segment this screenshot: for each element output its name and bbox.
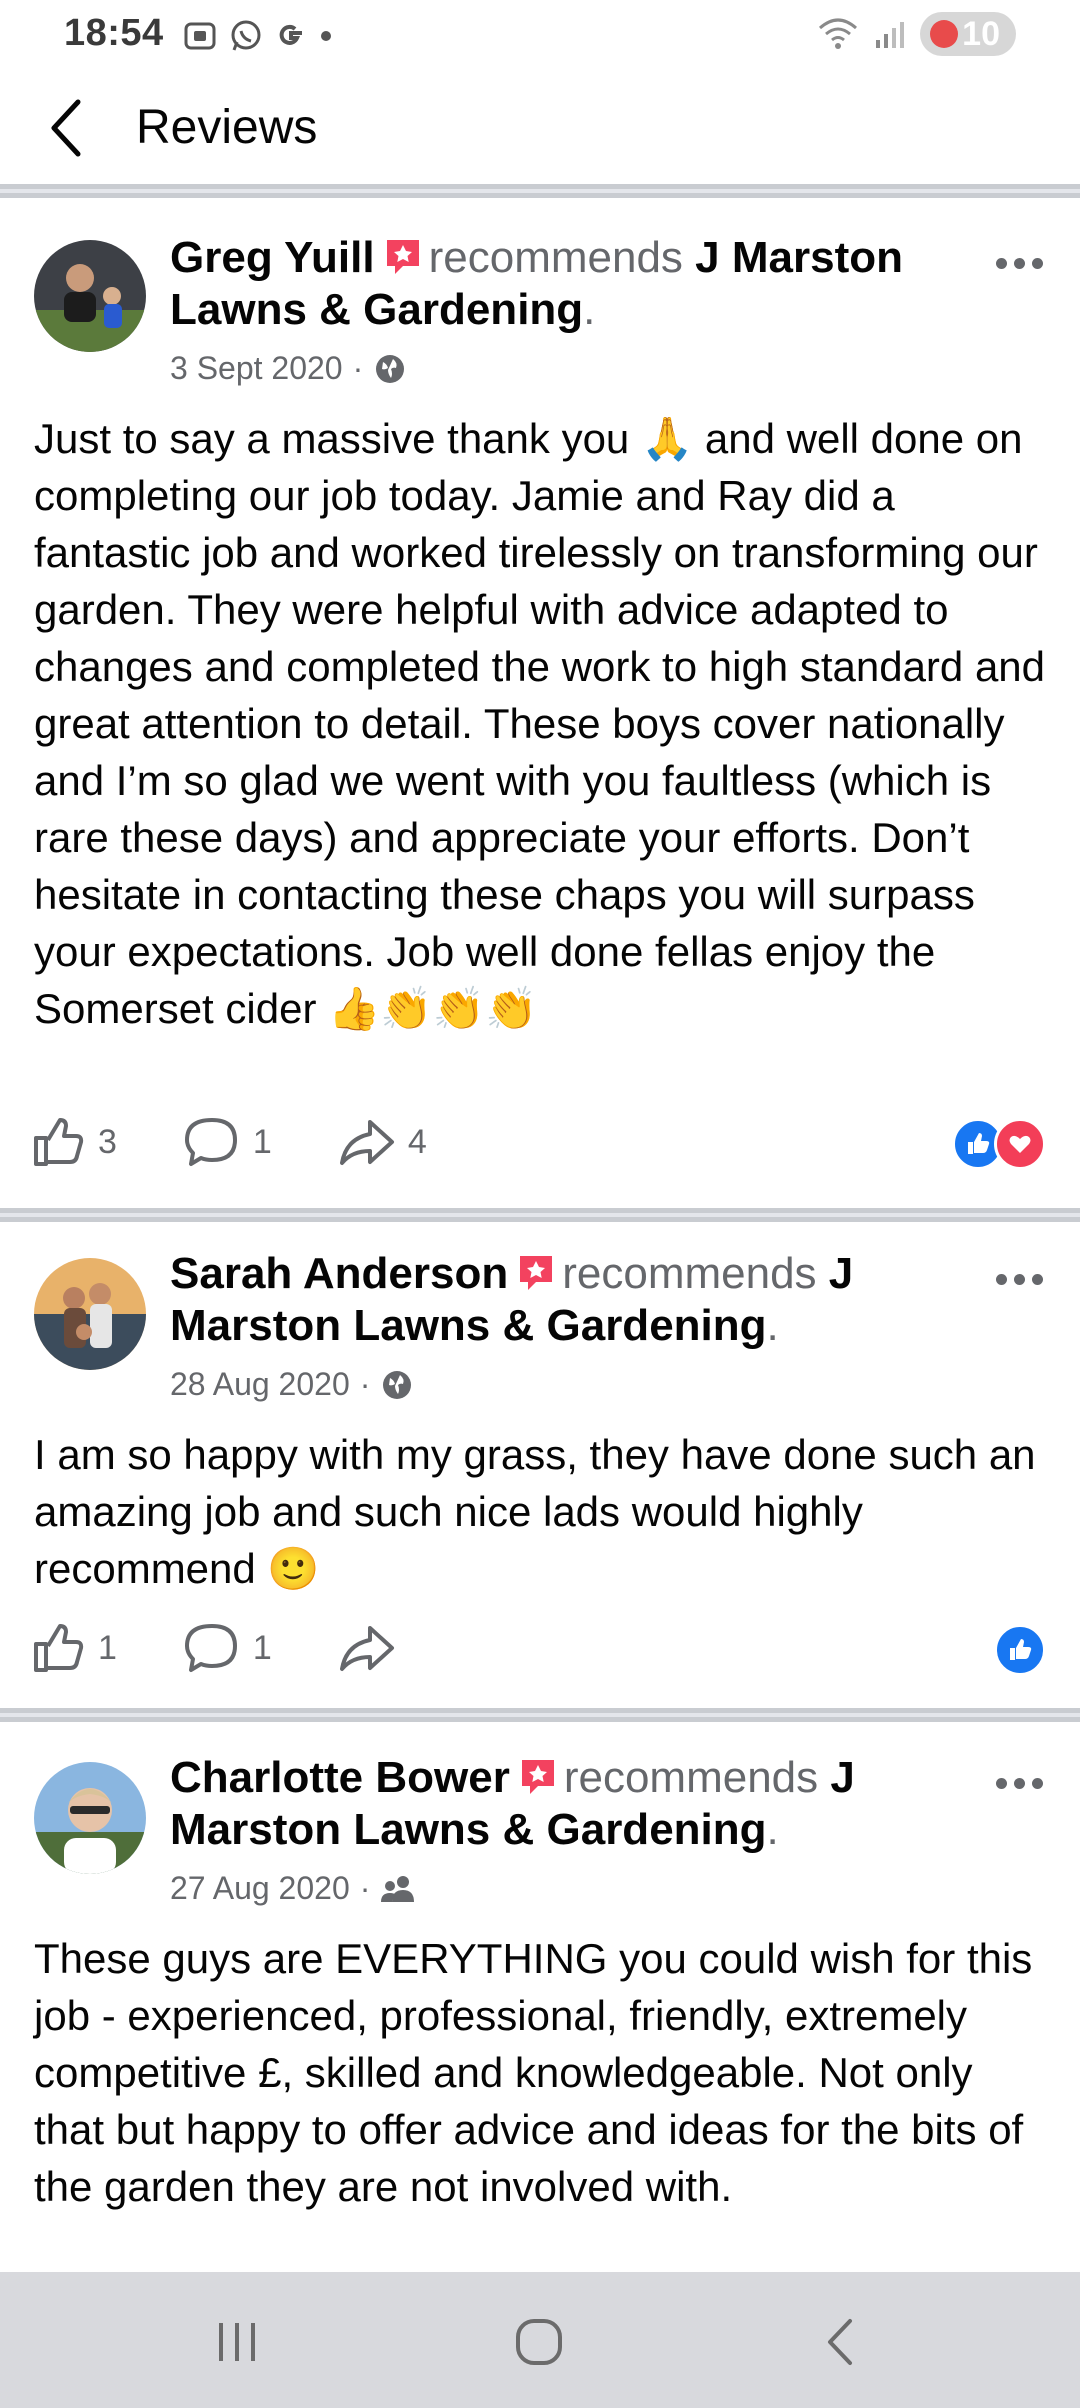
review-text: These guys are EVERYTHING you could wish…	[34, 1935, 1033, 2210]
recommends-verb: recommends	[562, 1249, 817, 1298]
system-back-button[interactable]	[796, 2312, 886, 2372]
back-arrow-icon	[828, 2319, 852, 2365]
battery-saver-icon	[930, 20, 959, 48]
comment-button[interactable]: 1	[183, 1114, 272, 1170]
review-text: Just to say a massive thank you 🙏 and we…	[34, 415, 1046, 1032]
more-options-button[interactable]	[996, 248, 1056, 278]
wifi-icon	[819, 18, 858, 49]
more-options-button[interactable]	[996, 1264, 1056, 1294]
share-icon	[339, 1120, 394, 1165]
more-options-button[interactable]	[996, 1768, 1056, 1798]
avatar-photo-icon	[34, 240, 146, 352]
review-meta: 27 Aug 2020 ·	[170, 1870, 416, 1907]
system-navigation-bar	[0, 2272, 1080, 2408]
status-time: 18:54	[64, 12, 164, 54]
share-count: 4	[407, 1122, 427, 1161]
battery-level: 10	[962, 14, 1000, 53]
recommends-verb: recommends	[428, 233, 683, 282]
review-date[interactable]: 28 Aug 2020	[170, 1366, 350, 1403]
thumbs-up-icon	[34, 1118, 84, 1166]
review-actions: 3 1 4	[30, 1110, 493, 1174]
like-button[interactable]: 1	[30, 1620, 117, 1676]
review-text: I am so happy with my grass, they have d…	[34, 1431, 1036, 1592]
top-app-bar: Reviews	[0, 72, 1080, 184]
globe-icon	[376, 354, 405, 383]
recent-apps-button[interactable]	[192, 2312, 282, 2372]
status-notification-icons	[182, 16, 334, 56]
back-button[interactable]	[40, 94, 96, 162]
author-name[interactable]: Charlotte Bower	[170, 1753, 510, 1802]
comment-count: 1	[252, 1628, 272, 1667]
review-header: Greg Yuill recommends J Marston Lawns & G…	[170, 233, 903, 334]
recommends-verb: recommends	[563, 1753, 819, 1802]
home-icon	[516, 2319, 562, 2365]
recommends-icon	[520, 1256, 553, 1290]
review-actions: 1 1	[30, 1616, 462, 1680]
whatsapp-icon	[231, 20, 261, 51]
friends-icon	[381, 1875, 415, 1902]
reaction-summary[interactable]	[994, 1624, 1046, 1676]
like-button[interactable]: 3	[30, 1114, 117, 1170]
recommends-icon	[521, 1760, 554, 1794]
reaction-summary[interactable]	[952, 1118, 1046, 1170]
review-card: Charlotte Bower recommends J Marston Lawn…	[0, 1722, 1080, 2272]
comment-icon	[184, 1118, 237, 1166]
review-divider	[0, 1708, 1080, 1722]
comment-count: 1	[252, 1122, 272, 1161]
screenshot-icon	[184, 22, 216, 50]
review-header: Charlotte Bower recommends J Marston Lawn…	[170, 1753, 855, 1854]
like-count: 3	[98, 1122, 117, 1161]
globe-icon	[383, 1370, 412, 1399]
like-count: 1	[98, 1628, 117, 1667]
share-button[interactable]: 4	[338, 1114, 427, 1170]
battery-indicator: 10	[920, 12, 1016, 56]
google-icon	[279, 24, 302, 45]
comment-icon	[184, 1624, 237, 1672]
avatar[interactable]	[34, 240, 146, 352]
like-reaction-icon	[994, 1624, 1046, 1676]
recommends-icon	[386, 240, 419, 274]
comment-button[interactable]: 1	[183, 1620, 272, 1676]
avatar-photo-icon	[34, 1762, 146, 1874]
home-button[interactable]	[494, 2312, 584, 2372]
avatar-photo-icon	[34, 1258, 146, 1370]
thumbs-up-icon	[34, 1624, 84, 1672]
review-header: Sarah Anderson recommends J Marston Lawns…	[170, 1249, 854, 1350]
status-system-icons: 10	[816, 12, 1016, 56]
avatar[interactable]	[34, 1258, 146, 1370]
notification-dot-icon	[321, 31, 331, 41]
header-divider	[0, 184, 1080, 198]
review-date[interactable]: 27 Aug 2020	[170, 1870, 350, 1907]
avatar[interactable]	[34, 1762, 146, 1874]
review-card: Sarah Anderson recommends J Marston Lawns…	[0, 1222, 1080, 1706]
review-meta: 28 Aug 2020 ·	[170, 1366, 414, 1403]
review-divider	[0, 1208, 1080, 1222]
share-icon	[339, 1626, 394, 1671]
chevron-left-icon	[51, 99, 81, 157]
author-name[interactable]: Sarah Anderson	[170, 1249, 508, 1298]
review-date[interactable]: 3 Sept 2020	[170, 350, 343, 387]
review-meta: 3 Sept 2020 ·	[170, 350, 407, 387]
love-reaction-icon	[994, 1118, 1046, 1170]
review-card: Greg Yuill recommends J Marston Lawns & G…	[0, 198, 1080, 1208]
status-bar: 18:54 10	[0, 0, 1080, 72]
author-name[interactable]: Greg Yuill	[170, 233, 375, 282]
signal-icon	[876, 22, 905, 48]
page-title: Reviews	[136, 101, 318, 154]
share-button[interactable]	[338, 1620, 396, 1676]
recent-apps-icon	[219, 2323, 255, 2361]
